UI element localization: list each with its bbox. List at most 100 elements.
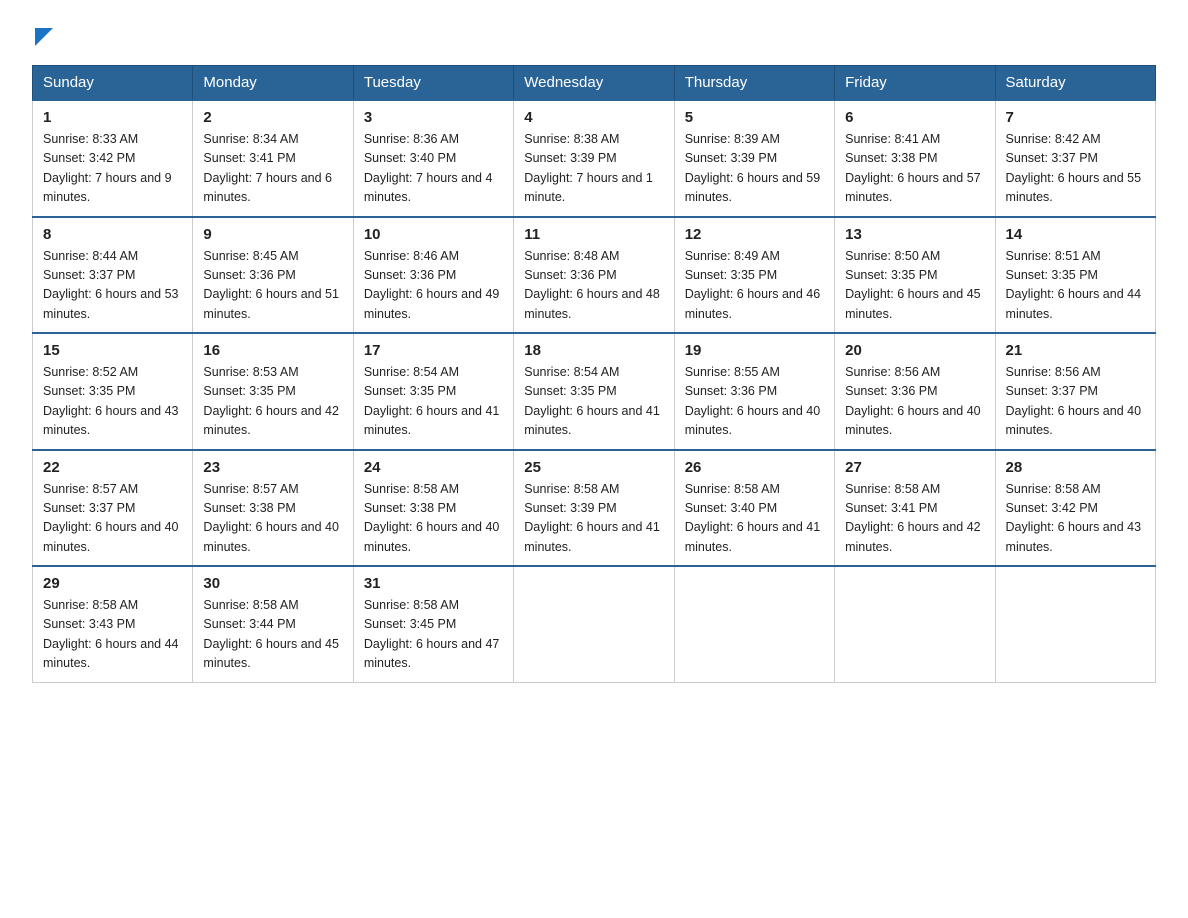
calendar-day-cell: 10 Sunrise: 8:46 AM Sunset: 3:36 PM Dayl… xyxy=(353,217,513,334)
calendar-day-cell: 18 Sunrise: 8:54 AM Sunset: 3:35 PM Dayl… xyxy=(514,333,674,450)
calendar-day-cell: 17 Sunrise: 8:54 AM Sunset: 3:35 PM Dayl… xyxy=(353,333,513,450)
calendar-table: SundayMondayTuesdayWednesdayThursdayFrid… xyxy=(32,65,1156,683)
day-info: Sunrise: 8:51 AM Sunset: 3:35 PM Dayligh… xyxy=(1006,247,1145,325)
day-number: 3 xyxy=(364,109,503,126)
day-number: 26 xyxy=(685,459,824,476)
day-info: Sunrise: 8:58 AM Sunset: 3:44 PM Dayligh… xyxy=(203,596,342,674)
day-info: Sunrise: 8:58 AM Sunset: 3:39 PM Dayligh… xyxy=(524,480,663,558)
calendar-day-cell xyxy=(674,566,834,682)
day-info: Sunrise: 8:58 AM Sunset: 3:42 PM Dayligh… xyxy=(1006,480,1145,558)
calendar-day-cell: 5 Sunrise: 8:39 AM Sunset: 3:39 PM Dayli… xyxy=(674,100,834,217)
calendar-day-cell: 28 Sunrise: 8:58 AM Sunset: 3:42 PM Dayl… xyxy=(995,450,1155,567)
calendar-day-cell: 27 Sunrise: 8:58 AM Sunset: 3:41 PM Dayl… xyxy=(835,450,995,567)
day-info: Sunrise: 8:33 AM Sunset: 3:42 PM Dayligh… xyxy=(43,130,182,208)
day-number: 21 xyxy=(1006,342,1145,359)
day-info: Sunrise: 8:56 AM Sunset: 3:37 PM Dayligh… xyxy=(1006,363,1145,441)
calendar-day-cell: 6 Sunrise: 8:41 AM Sunset: 3:38 PM Dayli… xyxy=(835,100,995,217)
day-of-week-header: Tuesday xyxy=(353,66,513,101)
day-of-week-header: Monday xyxy=(193,66,353,101)
day-number: 17 xyxy=(364,342,503,359)
day-number: 5 xyxy=(685,109,824,126)
day-info: Sunrise: 8:52 AM Sunset: 3:35 PM Dayligh… xyxy=(43,363,182,441)
day-of-week-header: Saturday xyxy=(995,66,1155,101)
day-number: 16 xyxy=(203,342,342,359)
day-info: Sunrise: 8:57 AM Sunset: 3:37 PM Dayligh… xyxy=(43,480,182,558)
calendar-day-cell: 1 Sunrise: 8:33 AM Sunset: 3:42 PM Dayli… xyxy=(33,100,193,217)
day-info: Sunrise: 8:57 AM Sunset: 3:38 PM Dayligh… xyxy=(203,480,342,558)
calendar-day-cell: 15 Sunrise: 8:52 AM Sunset: 3:35 PM Dayl… xyxy=(33,333,193,450)
day-number: 6 xyxy=(845,109,984,126)
day-info: Sunrise: 8:48 AM Sunset: 3:36 PM Dayligh… xyxy=(524,247,663,325)
calendar-day-cell: 11 Sunrise: 8:48 AM Sunset: 3:36 PM Dayl… xyxy=(514,217,674,334)
calendar-day-cell: 16 Sunrise: 8:53 AM Sunset: 3:35 PM Dayl… xyxy=(193,333,353,450)
calendar-day-cell: 4 Sunrise: 8:38 AM Sunset: 3:39 PM Dayli… xyxy=(514,100,674,217)
day-info: Sunrise: 8:54 AM Sunset: 3:35 PM Dayligh… xyxy=(364,363,503,441)
calendar-day-cell: 29 Sunrise: 8:58 AM Sunset: 3:43 PM Dayl… xyxy=(33,566,193,682)
day-number: 14 xyxy=(1006,226,1145,243)
calendar-week-row: 8 Sunrise: 8:44 AM Sunset: 3:37 PM Dayli… xyxy=(33,217,1156,334)
calendar-day-cell: 23 Sunrise: 8:57 AM Sunset: 3:38 PM Dayl… xyxy=(193,450,353,567)
calendar-day-cell: 25 Sunrise: 8:58 AM Sunset: 3:39 PM Dayl… xyxy=(514,450,674,567)
day-info: Sunrise: 8:42 AM Sunset: 3:37 PM Dayligh… xyxy=(1006,130,1145,208)
day-number: 10 xyxy=(364,226,503,243)
calendar-day-cell: 19 Sunrise: 8:55 AM Sunset: 3:36 PM Dayl… xyxy=(674,333,834,450)
page-header xyxy=(32,24,1156,47)
day-number: 25 xyxy=(524,459,663,476)
calendar-day-cell: 8 Sunrise: 8:44 AM Sunset: 3:37 PM Dayli… xyxy=(33,217,193,334)
day-of-week-header: Sunday xyxy=(33,66,193,101)
day-number: 30 xyxy=(203,575,342,592)
logo-arrow-icon xyxy=(35,28,53,51)
day-number: 23 xyxy=(203,459,342,476)
calendar-day-cell: 7 Sunrise: 8:42 AM Sunset: 3:37 PM Dayli… xyxy=(995,100,1155,217)
day-number: 18 xyxy=(524,342,663,359)
day-number: 22 xyxy=(43,459,182,476)
day-info: Sunrise: 8:41 AM Sunset: 3:38 PM Dayligh… xyxy=(845,130,984,208)
day-info: Sunrise: 8:46 AM Sunset: 3:36 PM Dayligh… xyxy=(364,247,503,325)
calendar-week-row: 29 Sunrise: 8:58 AM Sunset: 3:43 PM Dayl… xyxy=(33,566,1156,682)
day-number: 7 xyxy=(1006,109,1145,126)
day-info: Sunrise: 8:58 AM Sunset: 3:41 PM Dayligh… xyxy=(845,480,984,558)
day-info: Sunrise: 8:58 AM Sunset: 3:43 PM Dayligh… xyxy=(43,596,182,674)
day-number: 15 xyxy=(43,342,182,359)
day-info: Sunrise: 8:45 AM Sunset: 3:36 PM Dayligh… xyxy=(203,247,342,325)
day-number: 29 xyxy=(43,575,182,592)
day-info: Sunrise: 8:39 AM Sunset: 3:39 PM Dayligh… xyxy=(685,130,824,208)
day-info: Sunrise: 8:58 AM Sunset: 3:38 PM Dayligh… xyxy=(364,480,503,558)
calendar-day-cell xyxy=(835,566,995,682)
day-info: Sunrise: 8:49 AM Sunset: 3:35 PM Dayligh… xyxy=(685,247,824,325)
day-info: Sunrise: 8:50 AM Sunset: 3:35 PM Dayligh… xyxy=(845,247,984,325)
day-info: Sunrise: 8:44 AM Sunset: 3:37 PM Dayligh… xyxy=(43,247,182,325)
day-number: 28 xyxy=(1006,459,1145,476)
day-of-week-header: Thursday xyxy=(674,66,834,101)
day-number: 19 xyxy=(685,342,824,359)
day-number: 8 xyxy=(43,226,182,243)
day-of-week-header: Wednesday xyxy=(514,66,674,101)
day-number: 31 xyxy=(364,575,503,592)
calendar-day-cell xyxy=(995,566,1155,682)
day-number: 2 xyxy=(203,109,342,126)
day-info: Sunrise: 8:36 AM Sunset: 3:40 PM Dayligh… xyxy=(364,130,503,208)
calendar-day-cell: 21 Sunrise: 8:56 AM Sunset: 3:37 PM Dayl… xyxy=(995,333,1155,450)
day-info: Sunrise: 8:38 AM Sunset: 3:39 PM Dayligh… xyxy=(524,130,663,208)
day-info: Sunrise: 8:55 AM Sunset: 3:36 PM Dayligh… xyxy=(685,363,824,441)
day-info: Sunrise: 8:58 AM Sunset: 3:40 PM Dayligh… xyxy=(685,480,824,558)
day-number: 4 xyxy=(524,109,663,126)
day-number: 13 xyxy=(845,226,984,243)
calendar-day-cell: 9 Sunrise: 8:45 AM Sunset: 3:36 PM Dayli… xyxy=(193,217,353,334)
day-info: Sunrise: 8:56 AM Sunset: 3:36 PM Dayligh… xyxy=(845,363,984,441)
calendar-day-cell: 3 Sunrise: 8:36 AM Sunset: 3:40 PM Dayli… xyxy=(353,100,513,217)
calendar-day-cell: 24 Sunrise: 8:58 AM Sunset: 3:38 PM Dayl… xyxy=(353,450,513,567)
calendar-day-cell: 26 Sunrise: 8:58 AM Sunset: 3:40 PM Dayl… xyxy=(674,450,834,567)
day-number: 1 xyxy=(43,109,182,126)
day-number: 20 xyxy=(845,342,984,359)
calendar-day-cell xyxy=(514,566,674,682)
calendar-day-cell: 30 Sunrise: 8:58 AM Sunset: 3:44 PM Dayl… xyxy=(193,566,353,682)
day-info: Sunrise: 8:58 AM Sunset: 3:45 PM Dayligh… xyxy=(364,596,503,674)
calendar-header-row: SundayMondayTuesdayWednesdayThursdayFrid… xyxy=(33,66,1156,101)
day-info: Sunrise: 8:53 AM Sunset: 3:35 PM Dayligh… xyxy=(203,363,342,441)
calendar-day-cell: 12 Sunrise: 8:49 AM Sunset: 3:35 PM Dayl… xyxy=(674,217,834,334)
day-info: Sunrise: 8:34 AM Sunset: 3:41 PM Dayligh… xyxy=(203,130,342,208)
calendar-day-cell: 31 Sunrise: 8:58 AM Sunset: 3:45 PM Dayl… xyxy=(353,566,513,682)
calendar-week-row: 15 Sunrise: 8:52 AM Sunset: 3:35 PM Dayl… xyxy=(33,333,1156,450)
calendar-day-cell: 22 Sunrise: 8:57 AM Sunset: 3:37 PM Dayl… xyxy=(33,450,193,567)
